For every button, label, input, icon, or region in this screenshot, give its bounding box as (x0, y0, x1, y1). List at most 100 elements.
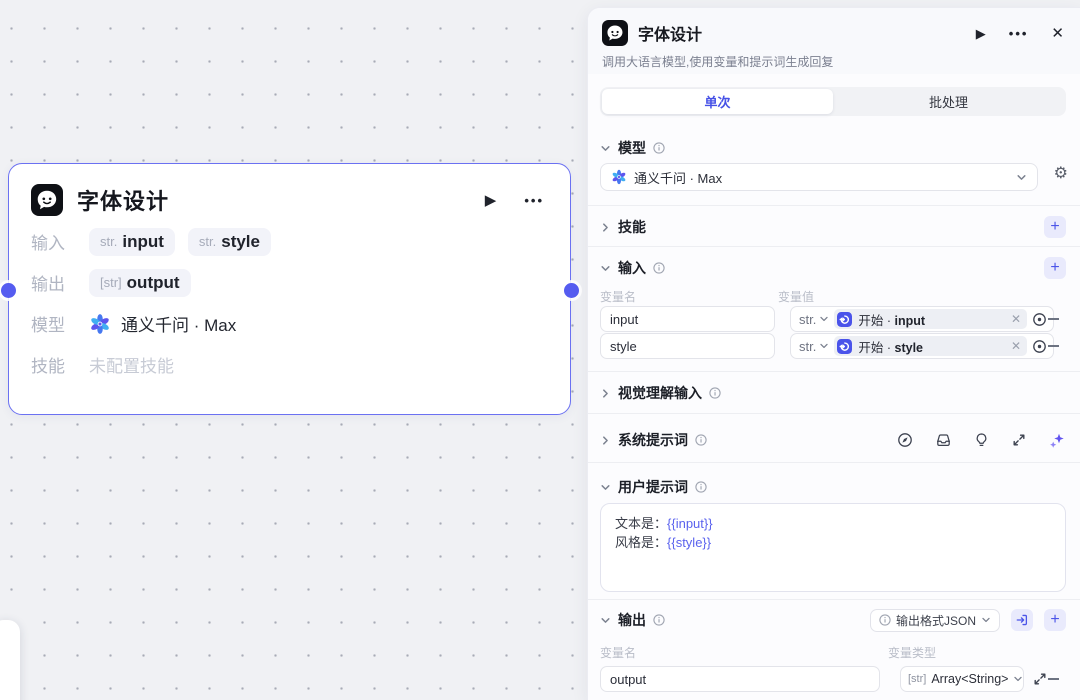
ref-separator: · (887, 341, 891, 355)
model-settings-gear-icon[interactable]: ⚙ (1054, 166, 1068, 182)
add-output-button[interactable]: + (1044, 609, 1066, 631)
node-model-row: 模型 通义千问 · Max (9, 308, 570, 339)
model-section-header[interactable]: 模型 (600, 137, 1066, 159)
type-value: Array<String> (931, 672, 1008, 686)
tab-single[interactable]: 单次 (602, 89, 833, 114)
type-select[interactable]: str. (799, 312, 829, 327)
canvas-toolbar-partial[interactable] (0, 620, 20, 700)
node-output-row: 输出 [str] output (9, 267, 570, 298)
prompt-variable: {{input}} (667, 516, 713, 531)
mode-tabs: 单次 批处理 (600, 87, 1066, 116)
variable-name-input[interactable] (600, 306, 775, 332)
chevron-right-icon (600, 222, 611, 233)
user-prompt-editor[interactable]: 文本是：{{input}} 风格是：{{style}} (600, 503, 1066, 592)
chevron-down-icon (600, 263, 611, 274)
panel-close-button[interactable]: ✕ (1051, 26, 1064, 41)
node-skills-row: 技能 未配置技能 (9, 349, 570, 380)
divider (588, 599, 1080, 600)
prompt-text: 文本是： (615, 516, 667, 531)
input-port[interactable] (1, 283, 16, 298)
inbox-icon[interactable] (935, 432, 952, 448)
llm-node-icon (31, 184, 63, 216)
add-skill-button[interactable]: + (1044, 216, 1066, 238)
variable-name-input[interactable] (600, 333, 775, 359)
start-node-icon (837, 339, 852, 354)
output-section-header[interactable]: 输出 输出格式JSON + (600, 609, 1066, 631)
remove-row-button[interactable] (1046, 666, 1060, 692)
llm-node-icon (602, 20, 628, 46)
variable-pill: [str] output (89, 269, 191, 297)
model-section-title: 模型 (618, 138, 646, 158)
ref-source: 开始 (858, 314, 883, 328)
node-more-button[interactable]: ••• (524, 194, 544, 207)
output-type-select[interactable]: [str] Array<String> (900, 666, 1024, 692)
chevron-down-icon (600, 143, 611, 154)
ref-variable: style (895, 341, 924, 355)
chevron-down-icon (600, 615, 611, 626)
system-prompt-section-header[interactable]: 系统提示词 (600, 429, 1066, 451)
ref-settings-icon[interactable] (1032, 312, 1047, 327)
ai-sparkle-icon[interactable] (1049, 432, 1066, 449)
model-select-value: 通义千问 · Max (634, 168, 722, 187)
tongyi-logo-icon (89, 313, 111, 335)
remove-row-button[interactable] (1046, 306, 1060, 332)
output-format-select[interactable]: 输出格式JSON (870, 609, 1000, 632)
variable-ref-chip: 开始 · style ✕ (834, 336, 1027, 356)
col-variable-value: 变量值 (778, 288, 814, 305)
variable-value-box: str. 开始 · input ✕ (790, 306, 1054, 332)
chevron-down-icon (819, 314, 829, 324)
type-badge: [str] (908, 673, 926, 685)
skills-section-header[interactable]: 技能 + (600, 216, 1066, 238)
user-prompt-title: 用户提示词 (618, 477, 688, 497)
panel-more-button[interactable]: ••• (1009, 27, 1029, 40)
variable-name-input[interactable] (600, 666, 880, 692)
node-input-row: 输入 str. input str. style (9, 226, 570, 257)
import-schema-button[interactable] (1011, 609, 1033, 631)
add-input-button[interactable]: + (1044, 257, 1066, 279)
vision-section-header[interactable]: 视觉理解输入 (600, 382, 1066, 404)
remove-row-button[interactable] (1046, 333, 1060, 359)
pill-type: [str] (100, 275, 122, 290)
clear-ref-icon[interactable]: ✕ (1011, 340, 1021, 352)
type-select[interactable]: str. (799, 339, 829, 354)
start-node-icon (837, 312, 852, 327)
divider (588, 371, 1080, 372)
divider (588, 413, 1080, 414)
output-format-value: 输出格式JSON (896, 612, 976, 629)
expand-icon[interactable] (1011, 432, 1027, 448)
type-label: str. (799, 312, 816, 327)
panel-subtitle: 调用大语言模型,使用变量和提示词生成回复 (588, 46, 1080, 70)
pill-name: style (221, 232, 260, 252)
node-model-value: 通义千问 · Max (121, 311, 236, 336)
tab-batch[interactable]: 批处理 (833, 89, 1064, 114)
prompt-variable: {{style}} (667, 535, 711, 550)
panel-title: 字体设计 (638, 21, 702, 45)
clear-ref-icon[interactable]: ✕ (1011, 313, 1021, 325)
info-icon (695, 481, 707, 493)
output-port[interactable] (564, 283, 579, 298)
pill-type: str. (100, 234, 117, 249)
node-skills-label: 技能 (31, 352, 89, 377)
divider (588, 246, 1080, 247)
ref-settings-icon[interactable] (1032, 339, 1047, 354)
input-variable-row: str. 开始 · style ✕ (600, 333, 1066, 359)
user-prompt-section-header[interactable]: 用户提示词 (600, 476, 1066, 498)
prompt-line: 风格是：{{style}} (615, 533, 1051, 552)
node-run-button[interactable]: ▶ (485, 193, 497, 208)
llm-node-card[interactable]: 字体设计 ▶ ••• 输入 str. input str. style 输出 [… (8, 163, 571, 415)
info-icon (653, 614, 665, 626)
compass-icon[interactable] (897, 432, 913, 448)
panel-run-button[interactable]: ▶ (976, 27, 986, 40)
pill-name: input (122, 232, 164, 252)
info-icon (879, 614, 891, 626)
node-model-label: 模型 (31, 311, 89, 336)
model-select[interactable]: 通义千问 · Max (600, 163, 1038, 191)
divider (588, 462, 1080, 463)
node-config-panel: 字体设计 ▶ ••• ✕ 调用大语言模型,使用变量和提示词生成回复 单次 批处理… (588, 8, 1080, 700)
pill-name: output (127, 273, 180, 293)
node-header: 字体设计 ▶ ••• (9, 164, 570, 216)
chevron-down-icon (819, 341, 829, 351)
lightbulb-icon[interactable] (974, 432, 989, 448)
panel-header: 字体设计 ▶ ••• ✕ 调用大语言模型,使用变量和提示词生成回复 (588, 8, 1080, 74)
input-section-header[interactable]: 输入 + (600, 257, 1066, 279)
